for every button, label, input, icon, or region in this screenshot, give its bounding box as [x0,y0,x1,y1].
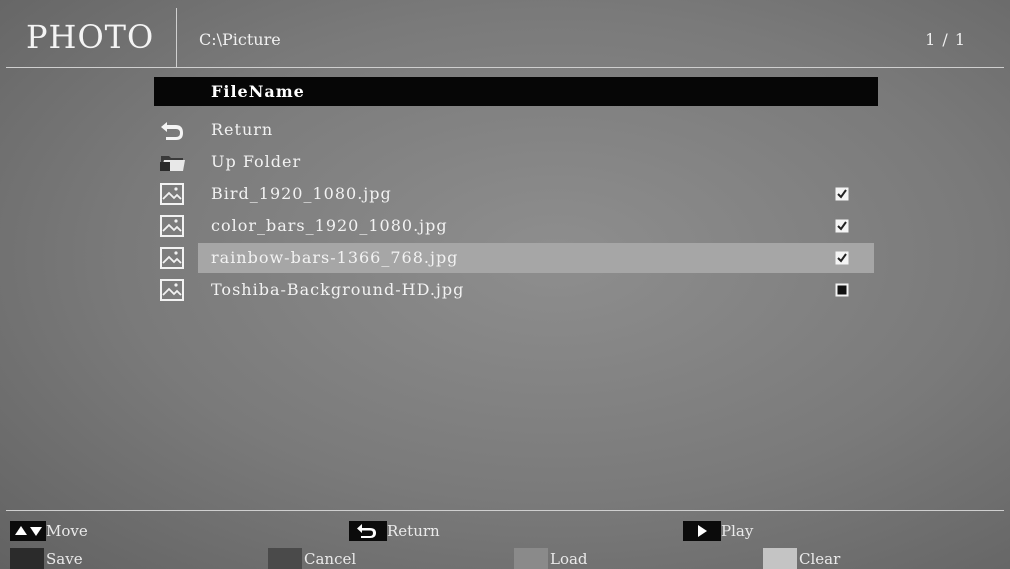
list-item-up-folder[interactable]: Up Folder [154,147,878,177]
return-icon [161,122,183,140]
image-icon [160,183,184,205]
current-path: C:\Picture [199,30,281,49]
header-bar: PHOTO C:\Picture 1 / 1 [6,8,1004,68]
checkbox-unchecked[interactable] [835,283,849,297]
photo-browser-screen: PHOTO C:\Picture 1 / 1 FileName Return U… [0,0,1010,569]
clear-label: Clear [799,550,841,568]
list-item-file[interactable]: color_bars_1920_1080.jpg [154,211,878,241]
clear-hint: Clear [763,548,840,569]
save-label: Save [46,550,83,568]
load-label: Load [550,550,588,568]
filename-column-header: FileName [154,77,878,106]
list-item-label: color_bars_1920_1080.jpg [211,216,448,235]
move-label: Move [46,522,88,540]
list-item-label: Return [211,120,274,139]
cancel-label: Cancel [304,550,357,568]
return-key-icon [349,521,387,541]
list-item-label: Toshiba-Background-HD.jpg [211,280,465,299]
list-item-file-selected[interactable]: rainbow-bars-1366_768.jpg [154,243,878,273]
return-label: Return [387,522,440,540]
play-label: Play [721,522,754,540]
image-icon [160,215,184,237]
load-hint: Load [514,548,588,569]
checkbox-checked[interactable] [835,251,849,265]
page-indicator: 1 / 1 [925,30,966,49]
play-hint: Play [683,521,753,541]
list-item-label: rainbow-bars-1366_768.jpg [211,248,459,267]
up-down-arrow-icon [10,521,46,541]
image-icon [160,279,184,301]
cancel-hint: Cancel [268,548,356,569]
list-item-label: Bird_1920_1080.jpg [211,184,392,203]
load-color-key [514,548,548,569]
filename-column-label: FileName [211,82,305,101]
app-title: PHOTO [26,18,155,56]
checkbox-checked[interactable] [835,187,849,201]
play-icon [683,521,721,541]
checkbox-checked[interactable] [835,219,849,233]
image-icon [160,247,184,269]
list-item-label: Up Folder [211,152,302,171]
move-hint: Move [10,521,88,541]
folder-icon [160,156,185,171]
list-item-file[interactable]: Bird_1920_1080.jpg [154,179,878,209]
save-color-key [10,548,44,569]
clear-color-key [763,548,797,569]
cancel-color-key [268,548,302,569]
save-hint: Save [10,548,83,569]
header-divider [176,8,177,68]
return-hint: Return [349,521,440,541]
list-item-file[interactable]: Toshiba-Background-HD.jpg [154,275,878,305]
footer-hints: Move Return Play Save Cancel Load Clear [6,510,1004,569]
list-item-return[interactable]: Return [154,115,878,145]
